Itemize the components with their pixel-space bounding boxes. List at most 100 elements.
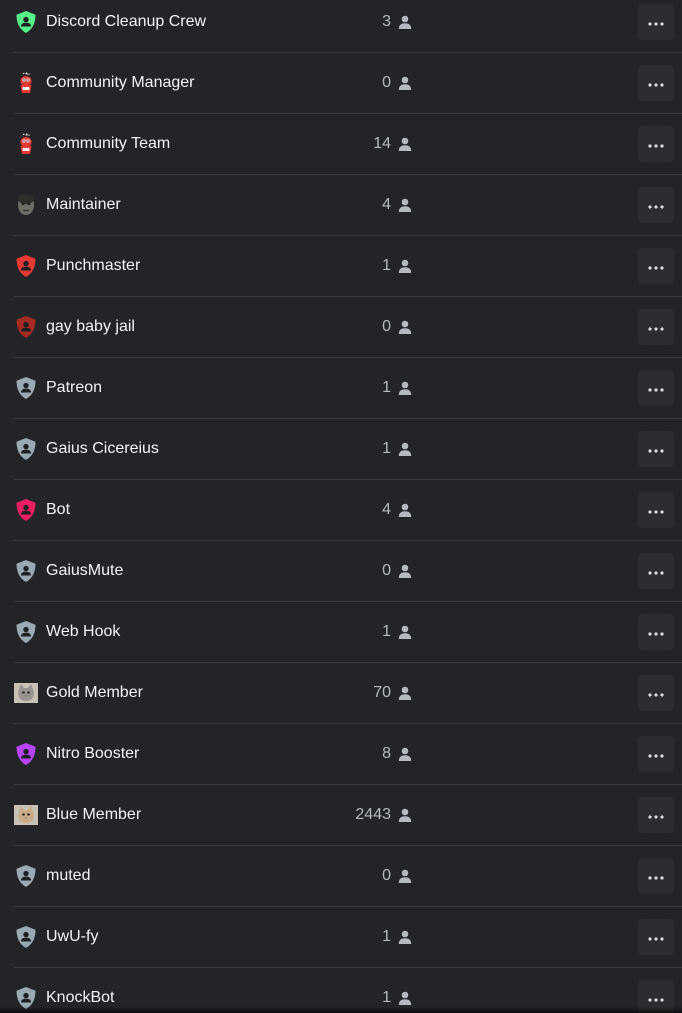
shield-icon xyxy=(14,254,38,278)
more-options-button[interactable] xyxy=(638,492,674,528)
mascot-icon xyxy=(14,132,38,156)
roles-list: Discord Cleanup Crew 3 Community Manager 0 C… xyxy=(0,0,682,1013)
scroll-shadow xyxy=(0,1007,682,1013)
role-name: UwU-fy xyxy=(46,928,99,945)
more-options-button[interactable] xyxy=(638,736,674,772)
cat-photo-icon xyxy=(14,681,38,705)
person-icon xyxy=(397,624,413,640)
member-count: 0 xyxy=(382,867,391,884)
member-count: 2443 xyxy=(355,806,391,823)
member-count: 4 xyxy=(382,196,391,213)
ellipsis-icon xyxy=(648,440,664,458)
member-count: 1 xyxy=(382,440,391,457)
ellipsis-icon xyxy=(648,623,664,641)
ellipsis-icon xyxy=(648,196,664,214)
more-options-button[interactable] xyxy=(638,553,674,589)
ellipsis-icon xyxy=(648,867,664,885)
role-row[interactable]: Gold Member 70 xyxy=(0,663,682,724)
person-icon xyxy=(397,685,413,701)
member-count: 3 xyxy=(382,13,391,30)
member-count: 8 xyxy=(382,745,391,762)
shield-icon xyxy=(14,437,38,461)
person-icon xyxy=(397,75,413,91)
role-name: Maintainer xyxy=(46,196,121,213)
ellipsis-icon xyxy=(648,13,664,31)
more-options-button[interactable] xyxy=(638,248,674,284)
person-icon xyxy=(397,136,413,152)
shield-icon xyxy=(14,742,38,766)
more-options-button[interactable] xyxy=(638,858,674,894)
role-name: Bot xyxy=(46,501,71,518)
role-row[interactable]: GaiusMute 0 xyxy=(0,541,682,602)
ellipsis-icon xyxy=(648,379,664,397)
ellipsis-icon xyxy=(648,928,664,946)
person-icon xyxy=(397,380,413,396)
role-row[interactable]: Patreon 1 xyxy=(0,358,682,419)
person-icon xyxy=(397,563,413,579)
shield-icon xyxy=(14,498,38,522)
more-options-button[interactable] xyxy=(638,675,674,711)
more-options-button[interactable] xyxy=(638,797,674,833)
ellipsis-icon xyxy=(648,562,664,580)
role-name: Gold Member xyxy=(46,684,143,701)
role-name: Nitro Booster xyxy=(46,745,140,762)
role-name: GaiusMute xyxy=(46,562,124,579)
more-options-button[interactable] xyxy=(638,65,674,101)
person-icon xyxy=(397,502,413,518)
more-options-button[interactable] xyxy=(638,126,674,162)
cat-photo-icon xyxy=(14,803,38,827)
more-options-button[interactable] xyxy=(638,431,674,467)
role-row[interactable]: Web Hook 1 xyxy=(0,602,682,663)
person-icon xyxy=(397,14,413,30)
shield-icon xyxy=(14,864,38,888)
member-count: 14 xyxy=(373,135,391,152)
more-options-button[interactable] xyxy=(638,370,674,406)
person-icon xyxy=(397,441,413,457)
role-row[interactable]: Maintainer 4 xyxy=(0,175,682,236)
person-icon xyxy=(397,929,413,945)
role-name: Web Hook xyxy=(46,623,121,640)
role-name: Discord Cleanup Crew xyxy=(46,13,207,30)
role-row[interactable]: UwU-fy 1 xyxy=(0,907,682,968)
ellipsis-icon xyxy=(648,135,664,153)
member-count: 0 xyxy=(382,562,391,579)
role-row[interactable]: Community Team 14 xyxy=(0,114,682,175)
member-count: 1 xyxy=(382,623,391,640)
role-name: Community Team xyxy=(46,135,171,152)
role-name: Patreon xyxy=(46,379,103,396)
member-count: 70 xyxy=(373,684,391,701)
ellipsis-icon xyxy=(648,74,664,92)
role-row[interactable]: Nitro Booster 8 xyxy=(0,724,682,785)
role-row[interactable]: Community Manager 0 xyxy=(0,53,682,114)
person-icon xyxy=(397,746,413,762)
ellipsis-icon xyxy=(648,989,664,1007)
role-row[interactable]: Gaius Cicereius 1 xyxy=(0,419,682,480)
member-count: 1 xyxy=(382,989,391,1006)
ellipsis-icon xyxy=(648,684,664,702)
member-count: 0 xyxy=(382,74,391,91)
role-row[interactable]: muted 0 xyxy=(0,846,682,907)
ellipsis-icon xyxy=(648,745,664,763)
member-count: 1 xyxy=(382,928,391,945)
face-photo-icon xyxy=(14,193,38,217)
role-name: KnockBot xyxy=(46,989,115,1006)
role-row[interactable]: gay baby jail 0 xyxy=(0,297,682,358)
person-icon xyxy=(397,868,413,884)
role-name: Community Manager xyxy=(46,74,195,91)
mascot-icon xyxy=(14,71,38,95)
shield-icon xyxy=(14,10,38,34)
more-options-button[interactable] xyxy=(638,919,674,955)
more-options-button[interactable] xyxy=(638,309,674,345)
shield-icon xyxy=(14,925,38,949)
role-row[interactable]: Punchmaster 1 xyxy=(0,236,682,297)
more-options-button[interactable] xyxy=(638,4,674,40)
role-name: Blue Member xyxy=(46,806,142,823)
more-options-button[interactable] xyxy=(638,187,674,223)
more-options-button[interactable] xyxy=(638,614,674,650)
role-row[interactable]: Discord Cleanup Crew 3 xyxy=(0,0,682,53)
role-row[interactable]: Bot 4 xyxy=(0,480,682,541)
person-icon xyxy=(397,990,413,1006)
role-name: gay baby jail xyxy=(46,318,135,335)
role-row[interactable]: Blue Member 2443 xyxy=(0,785,682,846)
shield-icon xyxy=(14,559,38,583)
